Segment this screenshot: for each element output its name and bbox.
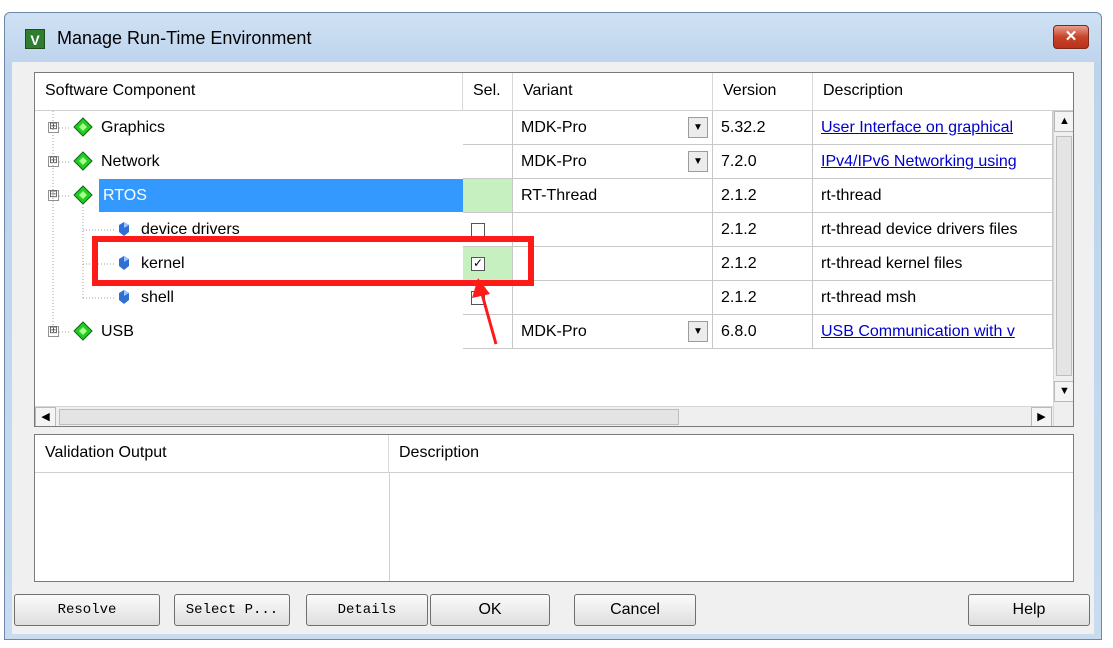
variant-cell[interactable]: MDK-Pro ▼ bbox=[513, 315, 713, 349]
sel-cell[interactable] bbox=[463, 111, 513, 145]
version-cell: 2.1.2 bbox=[713, 281, 813, 315]
details-button[interactable]: Details bbox=[306, 594, 428, 626]
variant-cell[interactable]: RT-Thread bbox=[513, 179, 713, 213]
col-header-version[interactable]: Version bbox=[713, 73, 813, 111]
description-text[interactable]: USB Communication with v bbox=[821, 323, 1015, 340]
horizontal-scrollbar[interactable]: ◀ ▶ bbox=[35, 406, 1053, 426]
col-header-variant[interactable]: Variant bbox=[513, 73, 713, 111]
chevron-down-icon[interactable]: ▼ bbox=[688, 151, 708, 172]
chevron-down-icon[interactable]: ▼ bbox=[688, 321, 708, 342]
scroll-thumb[interactable] bbox=[1056, 136, 1072, 376]
select-checkbox[interactable] bbox=[471, 223, 485, 237]
component-name: RTOS bbox=[99, 179, 463, 212]
description-cell: rt-thread msh bbox=[813, 281, 1053, 315]
window-title: Manage Run-Time Environment bbox=[57, 28, 312, 48]
scroll-right-button[interactable]: ▶ bbox=[1031, 407, 1052, 426]
col-header-sel[interactable]: Sel. bbox=[463, 73, 513, 111]
dialog-client: Software Component Sel. Variant Version … bbox=[12, 62, 1094, 634]
sel-cell[interactable] bbox=[463, 145, 513, 179]
version-cell: 7.2.0 bbox=[713, 145, 813, 179]
variant-value: MDK-Pro bbox=[521, 153, 587, 170]
help-button[interactable]: Help bbox=[968, 594, 1090, 626]
keil-app-icon: V bbox=[25, 29, 45, 49]
version-cell: 2.1.2 bbox=[713, 179, 813, 213]
variant-cell bbox=[513, 247, 713, 281]
column-divider bbox=[389, 473, 390, 581]
version-cell: 6.8.0 bbox=[713, 315, 813, 349]
ok-button[interactable]: OK bbox=[430, 594, 550, 626]
select-packs-button[interactable]: Select P... bbox=[174, 594, 290, 626]
scroll-thumb[interactable] bbox=[59, 409, 679, 425]
description-cell: rt-thread bbox=[813, 179, 1053, 213]
col-header-component[interactable]: Software Component bbox=[35, 73, 463, 111]
rte-dialog: V Manage Run-Time Environment ✕ Software… bbox=[4, 12, 1102, 640]
chevron-down-icon[interactable]: ▼ bbox=[688, 117, 708, 138]
validation-panel: Validation Output Description bbox=[34, 434, 1074, 582]
col-header-validation-output[interactable]: Validation Output bbox=[35, 435, 389, 473]
description-link[interactable]: IPv4/IPv6 Networking using bbox=[813, 145, 1053, 179]
variant-value: MDK-Pro bbox=[521, 119, 587, 136]
version-cell: 5.32.2 bbox=[713, 111, 813, 145]
variant-cell bbox=[513, 213, 713, 247]
description-cell: rt-thread kernel files bbox=[813, 247, 1053, 281]
variant-cell[interactable]: MDK-Pro ▼ bbox=[513, 145, 713, 179]
annotation-arrow-icon bbox=[472, 278, 498, 345]
version-cell: 2.1.2 bbox=[713, 247, 813, 281]
description-link[interactable]: User Interface on graphical bbox=[813, 111, 1053, 145]
col-header-validation-description[interactable]: Description bbox=[389, 435, 1073, 473]
variant-cell bbox=[513, 281, 713, 315]
resolve-button[interactable]: Resolve bbox=[14, 594, 160, 626]
vertical-scrollbar[interactable]: ▲ ▼ bbox=[1053, 111, 1073, 426]
version-cell: 2.1.2 bbox=[713, 213, 813, 247]
description-text[interactable]: IPv4/IPv6 Networking using bbox=[821, 153, 1017, 170]
description-link[interactable]: USB Communication with v bbox=[813, 315, 1053, 349]
variant-cell[interactable]: MDK-Pro ▼ bbox=[513, 111, 713, 145]
description-text[interactable]: User Interface on graphical bbox=[821, 119, 1013, 136]
scroll-down-button[interactable]: ▼ bbox=[1054, 381, 1073, 402]
variant-value: MDK-Pro bbox=[521, 323, 587, 340]
close-button[interactable]: ✕ bbox=[1053, 25, 1089, 49]
scroll-up-button[interactable]: ▲ bbox=[1054, 111, 1073, 132]
col-header-description[interactable]: Description bbox=[813, 73, 1073, 111]
cancel-button[interactable]: Cancel bbox=[574, 594, 696, 626]
title-bar[interactable]: V Manage Run-Time Environment ✕ bbox=[5, 13, 1101, 63]
description-cell: rt-thread device drivers files bbox=[813, 213, 1053, 247]
sel-cell[interactable] bbox=[463, 179, 513, 213]
scroll-left-button[interactable]: ◀ bbox=[35, 407, 56, 426]
